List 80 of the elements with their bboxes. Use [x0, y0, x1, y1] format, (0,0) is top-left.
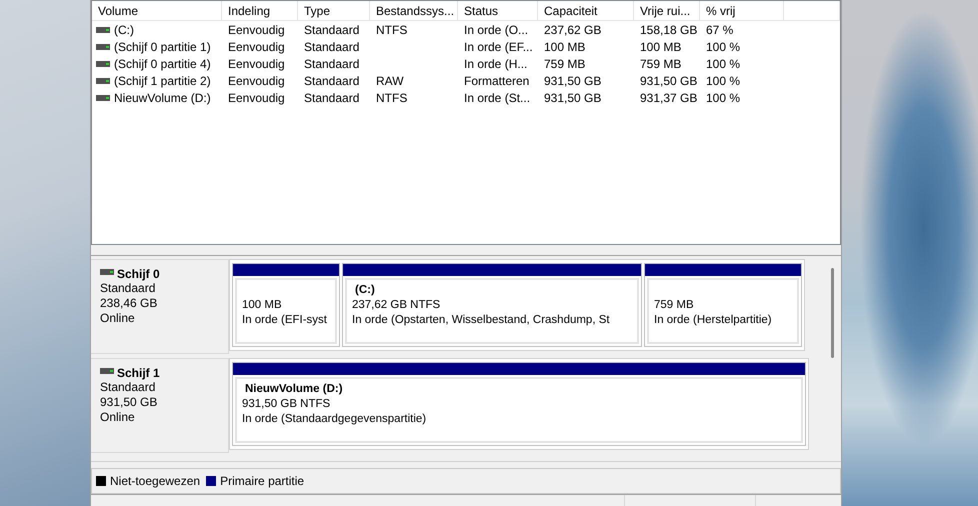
disk-type: Standaard — [100, 281, 156, 296]
table-cell: NieuwVolume (D:) — [114, 90, 211, 104]
table-cell: Eenvoudig — [228, 22, 285, 36]
disk-name: Schijf 1 — [117, 366, 160, 380]
partition-status: In orde (Opstarten, Wisselbestand, Crashdump, St — [352, 313, 611, 328]
column-header[interactable]: Indeling — [222, 1, 298, 21]
table-cell: 100 % — [706, 40, 740, 54]
table-cell: (Schijf 0 partitie 1) — [114, 40, 211, 54]
partition-status: In orde (Herstelpartitie) — [654, 313, 773, 328]
table-cell: NTFS — [376, 22, 408, 36]
table-cell: 67 % — [706, 22, 734, 36]
table-cell: 100 % — [706, 56, 740, 70]
table-cell: Eenvoudig — [228, 90, 285, 104]
table-cell: In orde (H... — [464, 56, 528, 70]
table-cell: Formatteren — [464, 74, 530, 88]
disk-state: Online — [100, 410, 135, 425]
partition-block[interactable]: 759 MB In orde (Herstelpartitie) — [644, 263, 802, 347]
table-cell: NTFS — [376, 90, 408, 104]
drive-icon — [100, 269, 114, 275]
partition-block[interactable]: (C:) 237,62 GB NTFS In orde (Opstarten, Wisselbestand, Crashdump, St — [342, 263, 642, 347]
disk-name: Schijf 0 — [117, 267, 160, 281]
disk-size: 238,46 GB — [100, 296, 158, 311]
table-cell: In orde (St... — [464, 90, 530, 104]
table-cell: Standaard — [304, 90, 360, 104]
table-cell: Standaard — [304, 40, 360, 54]
column-header[interactable]: % vrij — [700, 1, 784, 21]
table-cell: 759 MB — [640, 56, 682, 70]
partition-block[interactable]: 100 MB In orde (EFI-syst — [232, 263, 340, 347]
partition-block[interactable]: NieuwVolume (D:) 931,50 GB NTFS In orde (Standaardgegevenspartitie) — [232, 362, 806, 446]
partition-size: 931,50 GB NTFS — [242, 397, 332, 412]
table-cell: Standaard — [304, 56, 360, 70]
scrollbar-thumb[interactable] — [830, 268, 834, 358]
drive-icon — [100, 368, 114, 374]
table-cell: 931,37 GB — [640, 90, 698, 104]
table-cell: (Schijf 1 partitie 2) — [114, 74, 211, 88]
table-cell: 931,50 GB — [544, 74, 602, 88]
column-header[interactable]: Capaciteit — [538, 1, 634, 21]
partition-status: In orde (Standaardgegevenspartitie) — [242, 412, 428, 427]
disk-label-panel[interactable]: Schijf 0 Standaard 238,46 GB Online — [91, 259, 229, 354]
partition-size: 100 MB — [242, 298, 283, 313]
column-header[interactable]: Type — [298, 1, 370, 21]
drive-icon — [96, 78, 110, 84]
table-cell: RAW — [376, 74, 404, 88]
disk-state: Online — [100, 311, 135, 326]
table-cell: 100 MB — [544, 40, 586, 54]
table-cell: Eenvoudig — [228, 74, 285, 88]
legend-label: Niet-toegewezen — [110, 474, 200, 488]
drive-icon — [96, 44, 110, 50]
partition-status: In orde (EFI-syst — [242, 313, 328, 328]
drive-icon — [96, 94, 110, 100]
table-cell: (C:) — [114, 22, 134, 36]
drive-icon — [96, 60, 110, 66]
partition-title: (C:) — [354, 283, 376, 298]
table-cell: Standaard — [304, 22, 360, 36]
table-cell: 931,50 GB — [544, 90, 602, 104]
disk-size: 931,50 GB — [100, 395, 158, 410]
partition-title: NieuwVolume (D:) — [244, 382, 344, 397]
drive-icon — [96, 26, 110, 32]
table-cell: 237,62 GB — [544, 22, 602, 36]
column-header[interactable]: Volume — [92, 1, 222, 21]
table-cell: In orde (EF... — [464, 40, 533, 54]
table-cell: 100 % — [706, 90, 740, 104]
table-cell: (Schijf 0 partitie 4) — [114, 56, 211, 70]
disk-type: Standaard — [100, 380, 156, 395]
table-cell: Eenvoudig — [228, 40, 285, 54]
table-cell: Standaard — [304, 74, 360, 88]
legend-label: Primaire partitie — [220, 474, 304, 488]
column-header[interactable]: Bestandssys... — [370, 1, 458, 21]
column-header[interactable]: Status — [458, 1, 538, 21]
table-cell: In orde (O... — [464, 22, 528, 36]
table-cell: 931,50 GB — [640, 74, 698, 88]
disk-label-panel[interactable]: Schijf 1 Standaard 931,50 GB Online — [91, 358, 229, 453]
table-cell: 100 MB — [640, 40, 682, 54]
table-cell: 100 % — [706, 74, 740, 88]
table-cell: Eenvoudig — [228, 56, 285, 70]
table-cell: 759 MB — [544, 56, 586, 70]
table-cell: 158,18 GB — [640, 22, 698, 36]
partition-size: 759 MB — [654, 298, 695, 313]
column-header[interactable]: Vrije rui... — [634, 1, 700, 21]
partition-size: 237,62 GB NTFS — [352, 298, 442, 313]
